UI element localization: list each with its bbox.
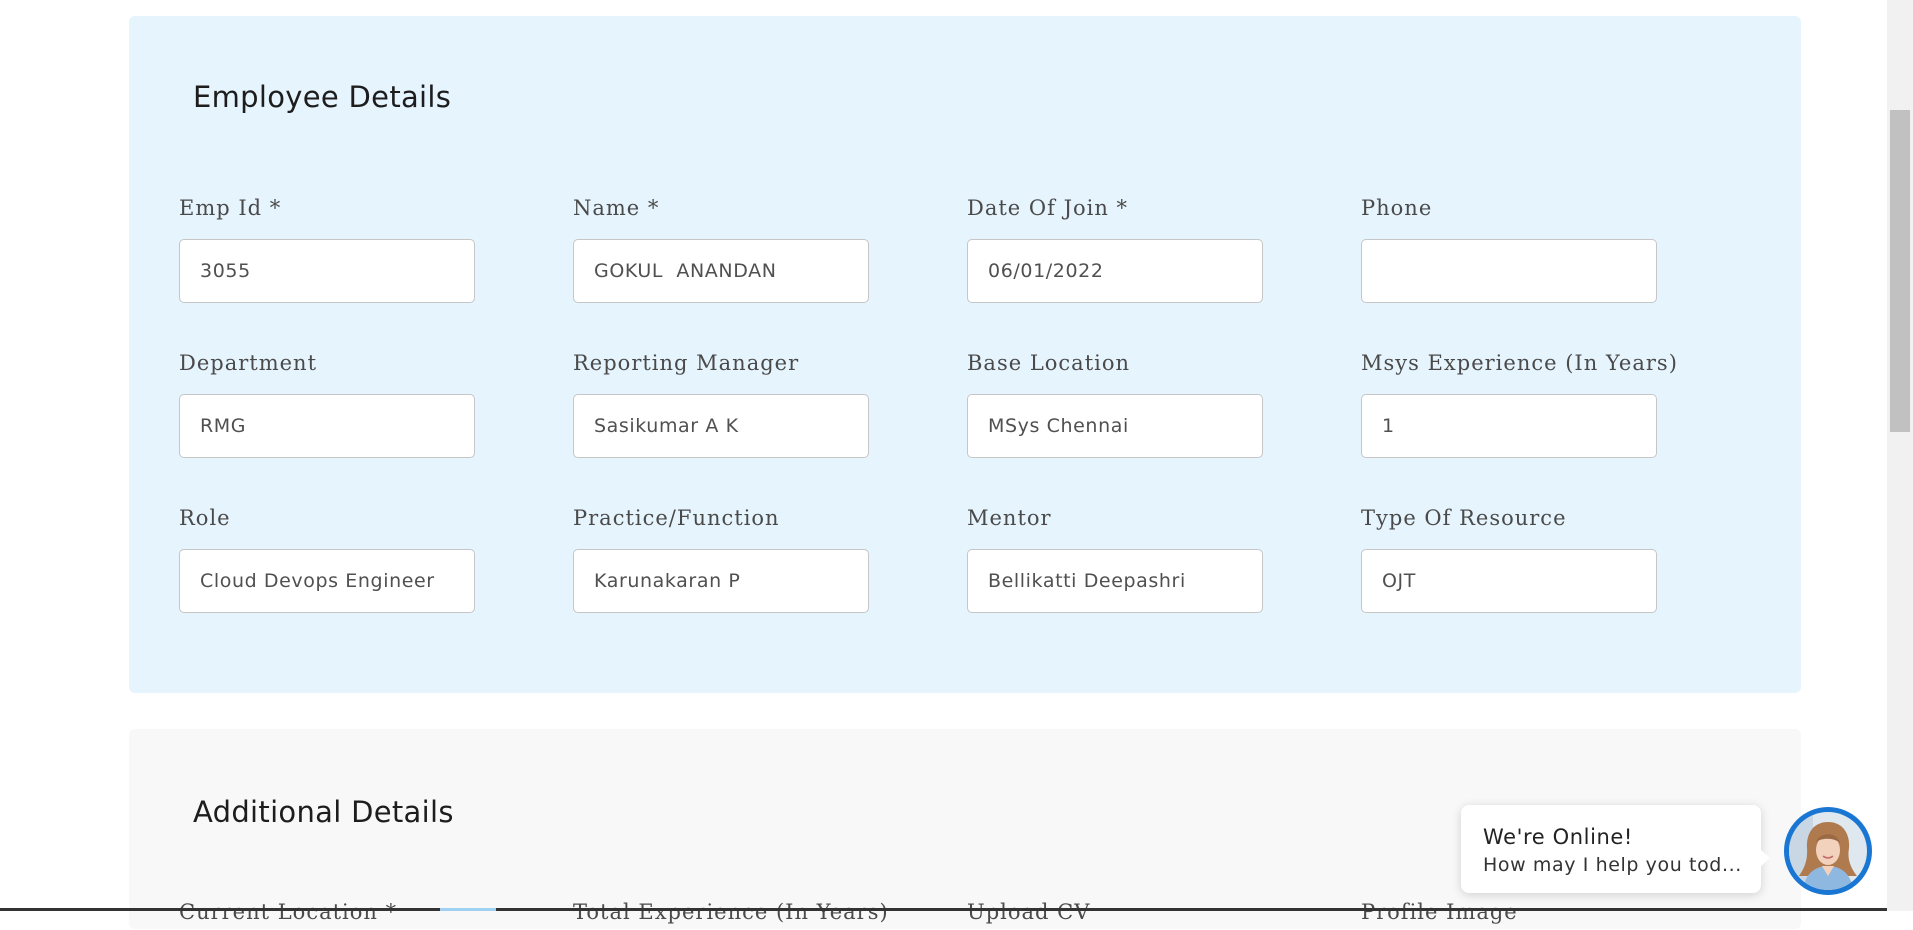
department-label: Department: [179, 351, 318, 375]
mentor-input[interactable]: [967, 549, 1263, 613]
date-of-join-label: Date Of Join *: [967, 196, 1129, 220]
name-label: Name *: [573, 196, 660, 220]
support-agent-avatar-icon: [1789, 812, 1867, 890]
phone-label: Phone: [1361, 196, 1433, 220]
base-location-field: Base Location: [967, 351, 1263, 458]
reporting-manager-label: Reporting Manager: [573, 351, 800, 375]
base-location-label: Base Location: [967, 351, 1131, 375]
profile-image-label: Profile Image: [1361, 900, 1518, 924]
emp-id-input[interactable]: [179, 239, 475, 303]
chat-message-text: How may I help you tod...: [1483, 854, 1742, 876]
type-of-resource-field: Type Of Resource: [1361, 506, 1657, 613]
type-of-resource-input[interactable]: [1361, 549, 1657, 613]
department-field: Department: [179, 351, 475, 458]
msys-experience-input[interactable]: [1361, 394, 1657, 458]
practice-function-input[interactable]: [573, 549, 869, 613]
scrollbar-thumb[interactable]: [1890, 110, 1910, 432]
msys-experience-field: Msys Experience (In Years): [1361, 351, 1678, 458]
upload-cv-label: Upload CV: [967, 900, 1091, 924]
total-experience-label: Total Experience (In Years): [573, 900, 889, 924]
current-location-label: Current Location *: [179, 900, 398, 924]
phone-field: Phone: [1361, 196, 1657, 303]
name-field: Name *: [573, 196, 869, 303]
role-label: Role: [179, 506, 231, 530]
additional-details-title: Additional Details: [193, 795, 454, 829]
employee-details-card: Employee Details Emp Id * Name * Date Of…: [129, 16, 1801, 693]
msys-experience-label: Msys Experience (In Years): [1361, 351, 1678, 375]
reporting-manager-field: Reporting Manager: [573, 351, 869, 458]
date-of-join-input[interactable]: [967, 239, 1263, 303]
mentor-field: Mentor: [967, 506, 1263, 613]
role-field: Role: [179, 506, 475, 613]
department-input[interactable]: [179, 394, 475, 458]
practice-function-field: Practice/Function: [573, 506, 869, 613]
type-of-resource-label: Type Of Resource: [1361, 506, 1567, 530]
emp-id-label: Emp Id *: [179, 196, 282, 220]
name-input[interactable]: [573, 239, 869, 303]
base-location-input[interactable]: [967, 394, 1263, 458]
chat-prompt-bubble[interactable]: We're Online! How may I help you tod...: [1461, 805, 1770, 893]
reporting-manager-input[interactable]: [573, 394, 869, 458]
emp-id-field: Emp Id *: [179, 196, 475, 303]
phone-input[interactable]: [1361, 239, 1657, 303]
chat-avatar-button[interactable]: [1784, 807, 1872, 895]
role-input[interactable]: [179, 549, 475, 613]
chat-status-text: We're Online!: [1483, 825, 1633, 849]
mentor-label: Mentor: [967, 506, 1052, 530]
practice-function-label: Practice/Function: [573, 506, 780, 530]
date-of-join-field: Date Of Join *: [967, 196, 1263, 303]
employee-details-title: Employee Details: [193, 80, 452, 114]
